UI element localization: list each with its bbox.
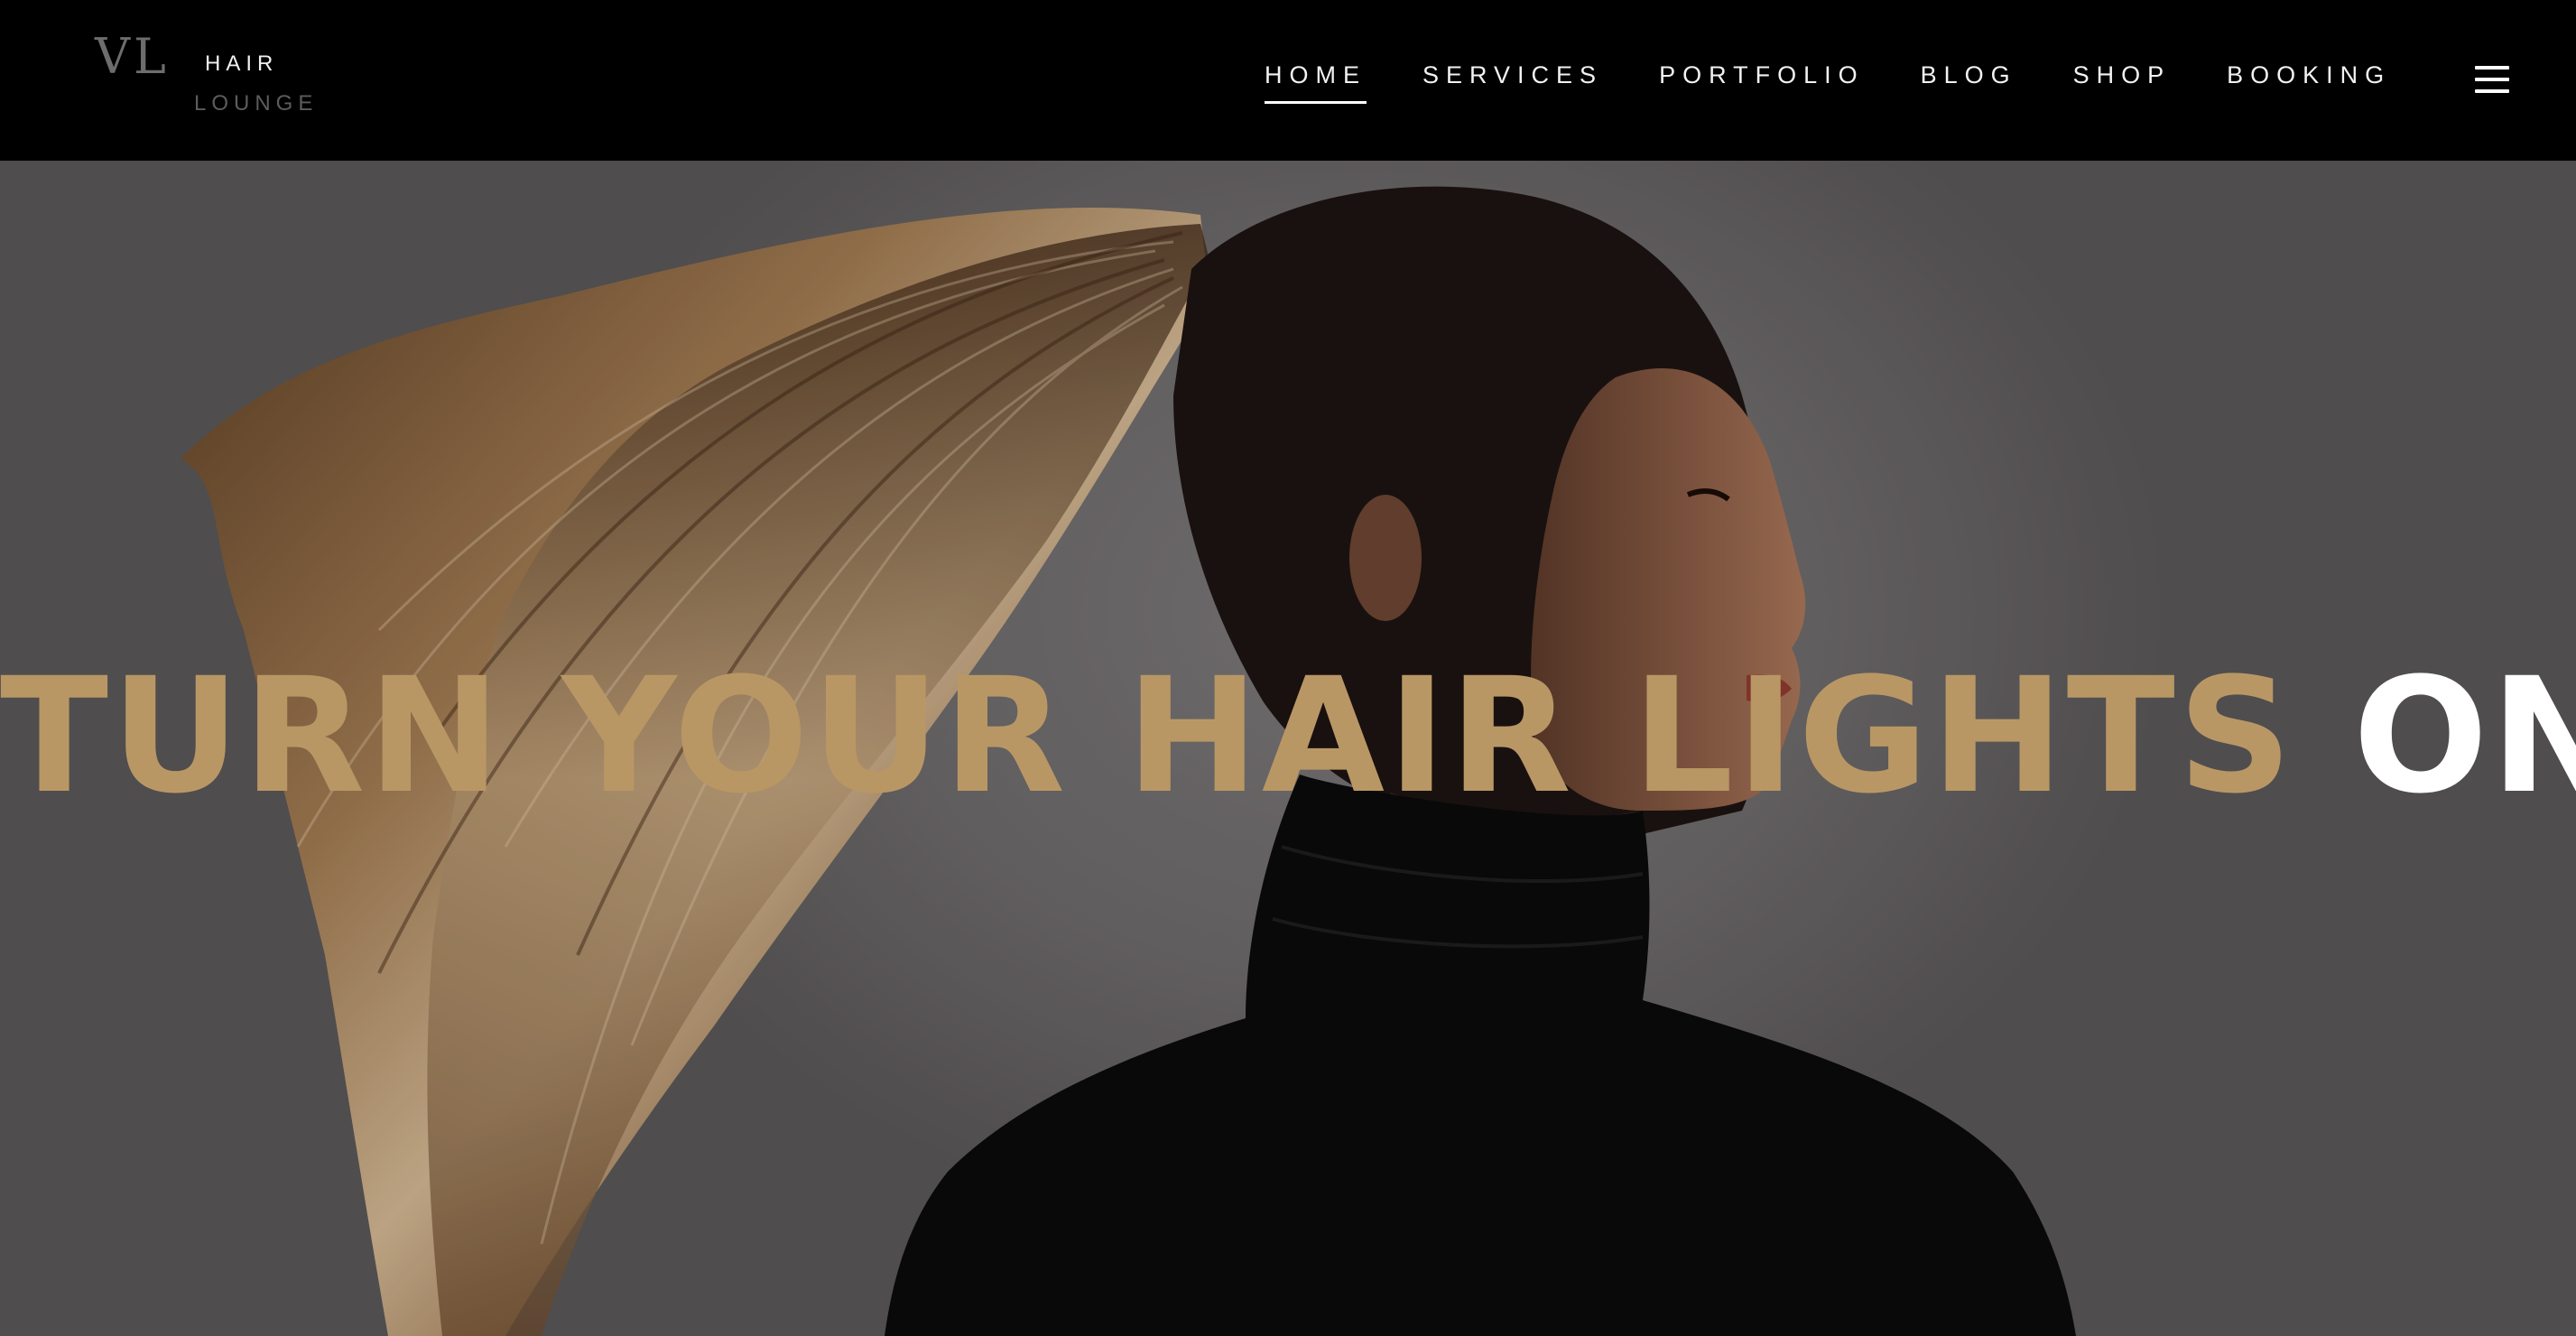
logo-text-hair: HAIR <box>205 51 279 76</box>
headline-gold-text: TURN YOUR HAIR LIGHTS <box>0 643 2295 829</box>
headline-white-text: ON <box>2352 643 2576 829</box>
hamburger-menu-icon[interactable] <box>2475 66 2509 93</box>
logo-text-lounge: LOUNGE <box>194 91 319 116</box>
nav-item-booking[interactable]: BOOKING <box>2227 61 2391 101</box>
nav-item-services[interactable]: SERVICES <box>1422 61 1603 101</box>
hero-headline: TURN YOUR HAIR LIGHTS ON <box>0 654 2576 818</box>
nav-item-home[interactable]: HOME <box>1265 61 1367 104</box>
site-header: VL HAIR LOUNGE HOME SERVICES PORTFOLIO B… <box>0 0 2576 161</box>
nav-item-portfolio[interactable]: PORTFOLIO <box>1659 61 1865 101</box>
hero-section: TURN YOUR HAIR LIGHTS ON <box>0 161 2576 1336</box>
main-nav: HOME SERVICES PORTFOLIO BLOG SHOP BOOKIN… <box>1265 61 2391 104</box>
logo-mark: VL <box>95 28 170 85</box>
nav-item-blog[interactable]: BLOG <box>1921 61 2017 101</box>
nav-item-shop[interactable]: SHOP <box>2073 61 2172 101</box>
logo[interactable]: VL HAIR LOUNGE <box>95 25 329 125</box>
